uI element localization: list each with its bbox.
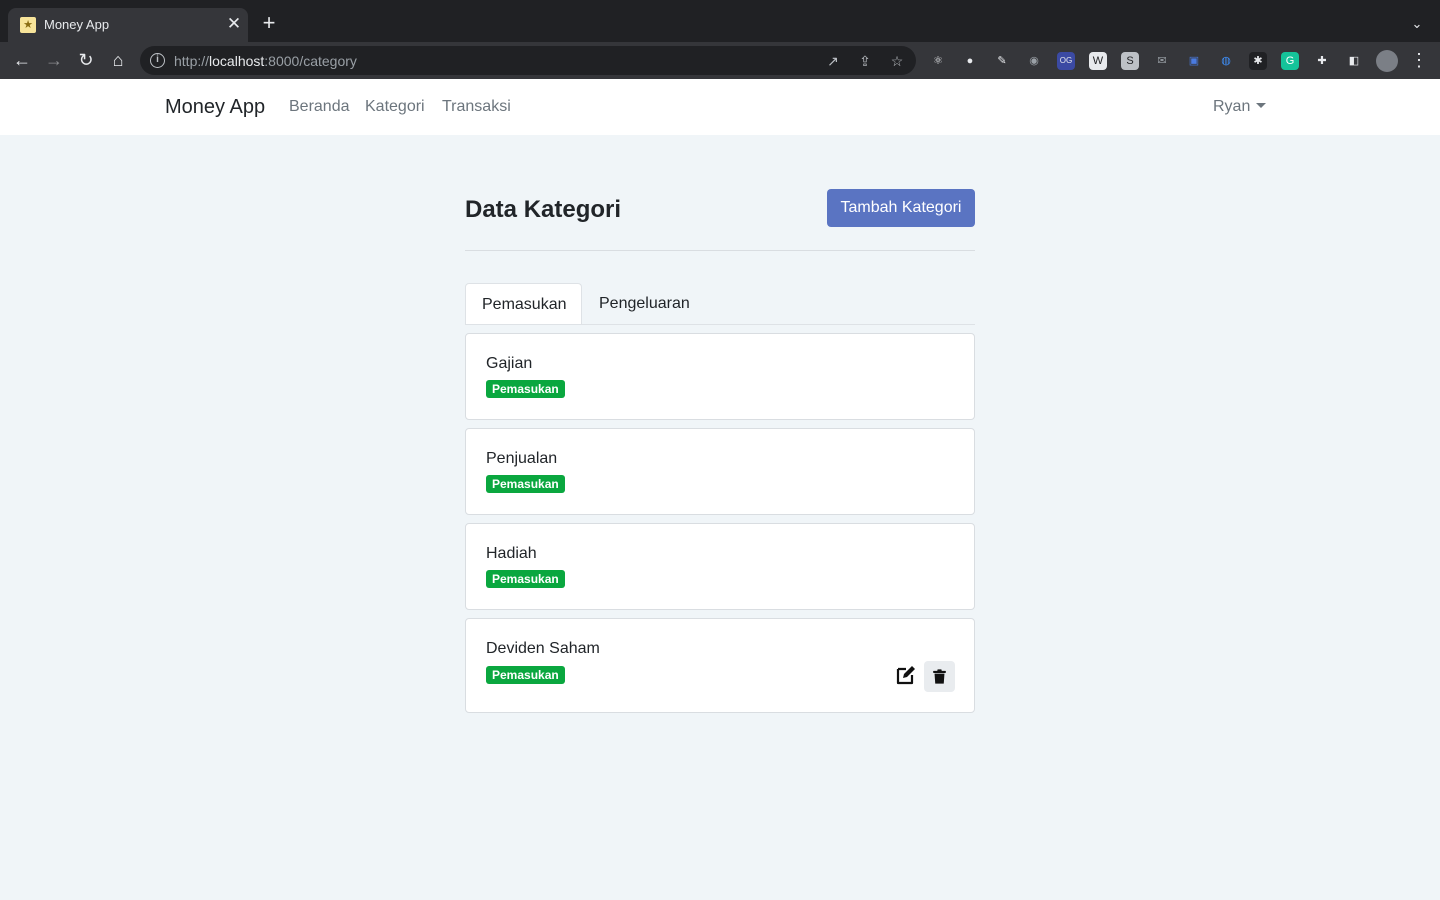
open-in-app-icon[interactable]: ↗	[822, 50, 844, 72]
forward-icon[interactable]: →	[42, 48, 66, 72]
puzzle-icon[interactable]: ✚	[1313, 52, 1331, 70]
url-path: :8000/category	[264, 53, 357, 69]
edit-icon[interactable]	[894, 663, 918, 687]
tab-pemasukan[interactable]: Pemasukan	[465, 283, 582, 325]
bookmark-star-icon[interactable]: ☆	[886, 50, 908, 72]
browser-tab[interactable]: ★ Money App ✕	[8, 8, 248, 42]
gear-ext-icon[interactable]: ✱	[1249, 52, 1267, 70]
page-title: Data Kategori	[465, 196, 622, 223]
mail-ext-icon[interactable]: ✉	[1153, 52, 1171, 70]
url-host: localhost	[209, 53, 265, 69]
favicon-icon: ★	[20, 17, 36, 33]
user-dropdown[interactable]: Ryan	[1213, 98, 1267, 116]
nav-link-kategori[interactable]: Kategori	[365, 98, 425, 116]
address-bar[interactable]: i http://localhost:8000/category ↗ ⇪ ☆	[140, 46, 916, 75]
url-scheme: http://	[174, 53, 210, 69]
category-type-badge: Pemasukan	[486, 666, 565, 684]
tab-pengeluaran[interactable]: Pengeluaran	[583, 283, 706, 325]
brand-link[interactable]: Money App	[165, 96, 265, 119]
circle-ext-icon[interactable]: ●	[961, 52, 979, 70]
category-type-badge: Pemasukan	[486, 570, 565, 588]
pen-ext-icon[interactable]: ✎	[993, 52, 1011, 70]
doc-ext-icon[interactable]: ▣	[1185, 52, 1203, 70]
back-icon[interactable]: ←	[10, 48, 34, 72]
browser-toolbar: ← → ↻ ⌂ i http://localhost:8000/category…	[0, 42, 1440, 79]
browser-menu-icon[interactable]: ⋮	[1408, 48, 1430, 72]
user-name: Ryan	[1213, 98, 1251, 115]
nav-link-beranda[interactable]: Beranda	[289, 98, 350, 116]
category-name: Deviden Saham	[486, 640, 600, 657]
profile-avatar[interactable]	[1376, 50, 1398, 72]
category-type-badge: Pemasukan	[486, 475, 565, 493]
grammarly-icon[interactable]: G	[1281, 52, 1299, 70]
category-name: Penjualan	[486, 450, 558, 467]
url-text[interactable]: http://localhost:8000/category	[174, 53, 357, 69]
browser-tabstrip: ★ Money App ✕ + ⌄	[0, 0, 1440, 42]
new-tab-icon[interactable]: +	[258, 12, 280, 34]
side-panel-icon[interactable]: ◧	[1345, 52, 1363, 70]
category-card[interactable]: Penjualan Pemasukan	[465, 428, 975, 515]
nav-link-transaksi[interactable]: Transaksi	[442, 98, 511, 116]
category-type-badge: Pemasukan	[486, 380, 565, 398]
category-card[interactable]: Hadiah Pemasukan	[465, 523, 975, 610]
w-ext-icon[interactable]: W	[1089, 52, 1107, 70]
tab-search-icon[interactable]: ⌄	[1406, 13, 1428, 35]
og-ext-icon[interactable]: OG	[1057, 52, 1075, 70]
reload-icon[interactable]: ↻	[74, 48, 98, 72]
category-card[interactable]: Gajian Pemasukan	[465, 333, 975, 420]
tabs-underline	[465, 324, 975, 325]
category-name: Gajian	[486, 355, 533, 372]
s-ext-icon[interactable]: S	[1121, 52, 1139, 70]
camera-ext-icon[interactable]: ◉	[1025, 52, 1043, 70]
site-info-icon[interactable]: i	[150, 53, 165, 68]
app-navbar: Money App Beranda Kategori Transaksi Rya…	[0, 79, 1440, 135]
close-tab-icon[interactable]: ✕	[224, 14, 244, 34]
react-devtools-icon[interactable]: ⚛	[929, 52, 947, 70]
trash-icon	[933, 669, 946, 684]
header-divider	[465, 250, 975, 251]
globe-ext-icon[interactable]: ◍	[1217, 52, 1235, 70]
home-icon[interactable]: ⌂	[106, 48, 130, 72]
caret-down-icon	[1256, 103, 1267, 108]
share-icon[interactable]: ⇪	[854, 50, 876, 72]
category-name: Hadiah	[486, 545, 537, 562]
delete-button[interactable]	[924, 661, 955, 692]
category-card[interactable]: Deviden Saham Pemasukan	[465, 618, 975, 713]
tab-title: Money App	[44, 17, 110, 32]
add-category-button[interactable]: Tambah Kategori	[827, 189, 975, 227]
